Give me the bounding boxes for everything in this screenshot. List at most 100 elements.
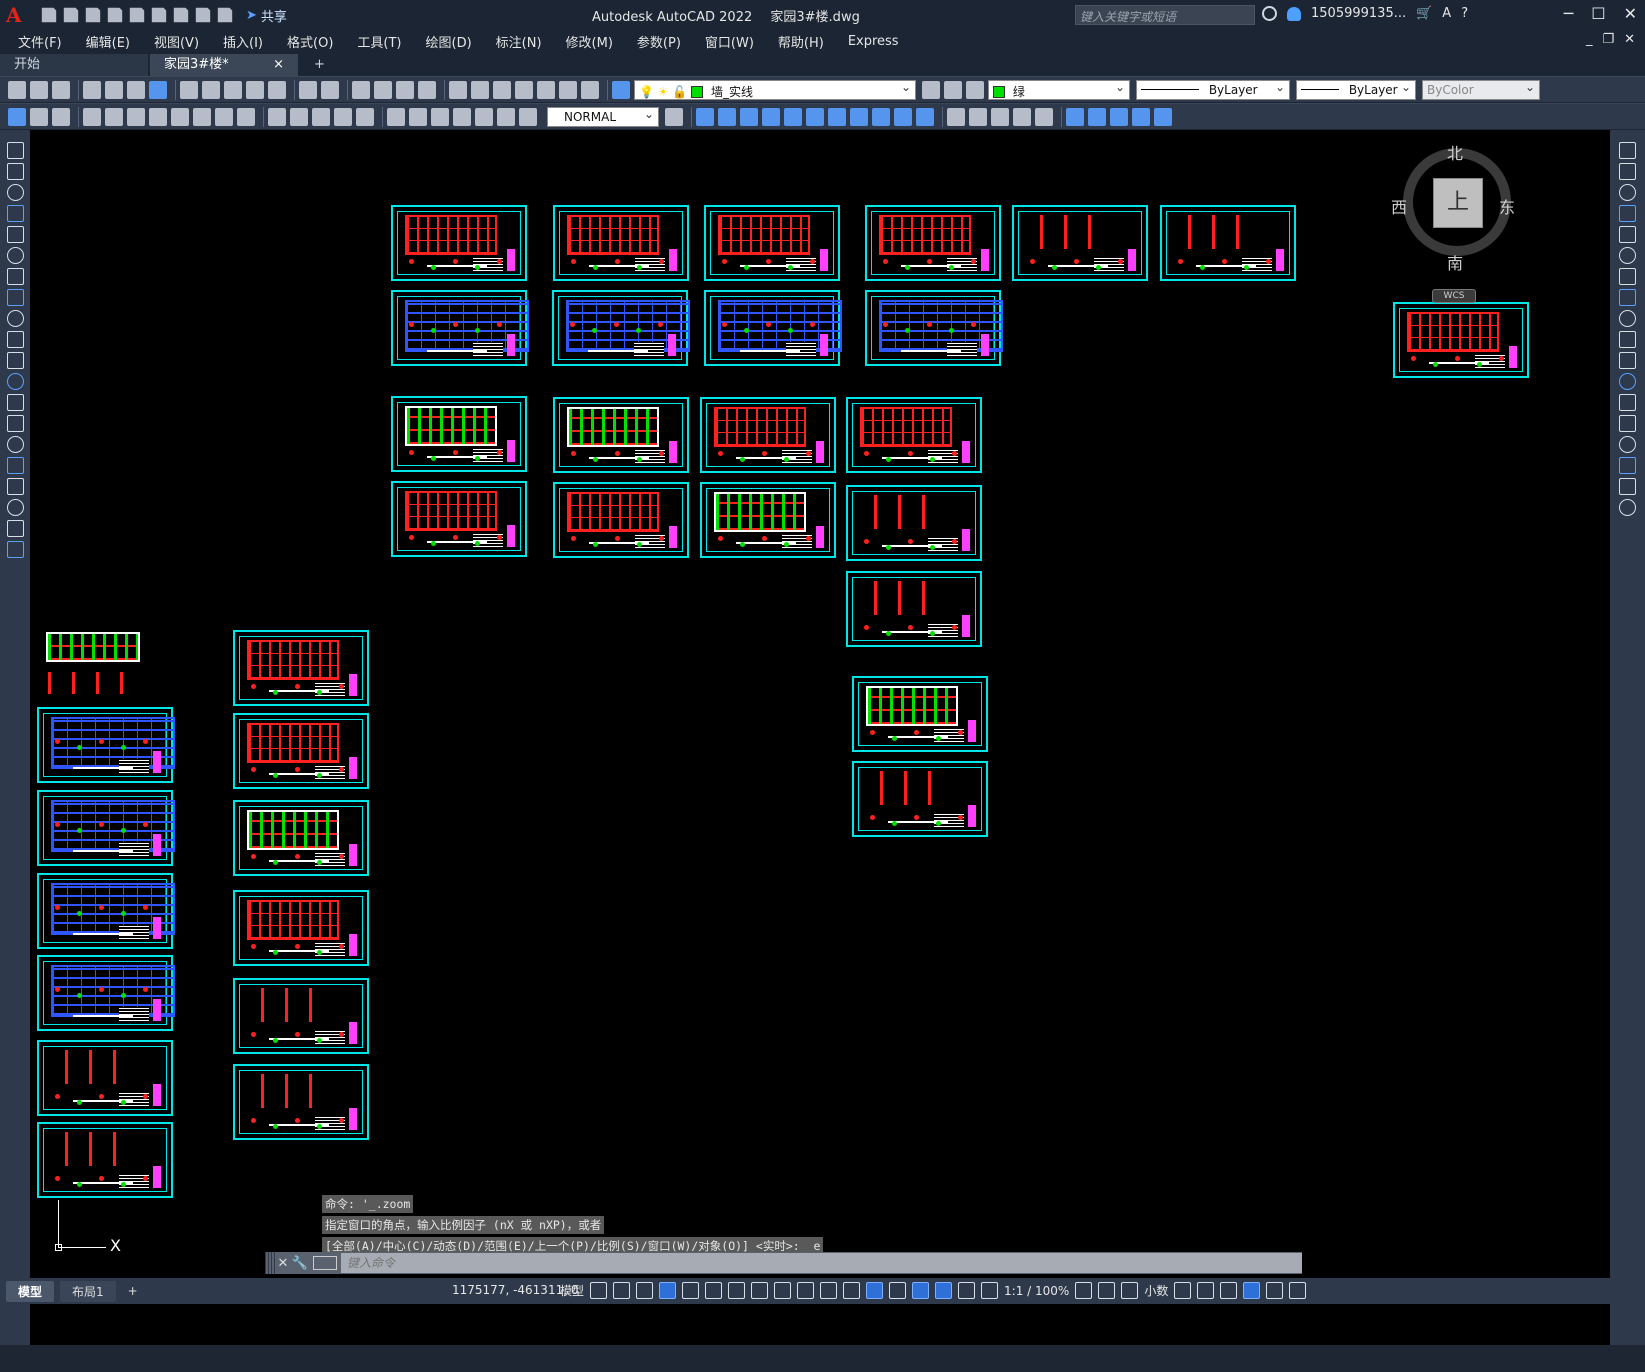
menu-item[interactable]: 视图(V) [142, 32, 211, 51]
dimstyle-manager-icon[interactable] [665, 107, 683, 126]
save-web-icon[interactable] [151, 7, 167, 23]
drawing-sheet[interactable] [37, 1122, 173, 1198]
pan-icon[interactable] [352, 80, 370, 99]
viewcube-top-face[interactable]: 上 [1433, 178, 1483, 228]
extend-icon[interactable] [1619, 352, 1636, 369]
view-bottom-icon[interactable] [718, 107, 736, 126]
drawing-canvas[interactable] [30, 130, 1610, 1345]
quick-dim-icon[interactable] [268, 107, 286, 126]
properties-icon[interactable] [449, 80, 467, 99]
dim-text-edit-icon[interactable] [497, 107, 515, 126]
markup-icon[interactable] [537, 80, 555, 99]
workspace-icon[interactable] [8, 107, 26, 126]
dynamic-ucs-icon[interactable] [889, 1282, 907, 1299]
center-mark-icon[interactable] [409, 107, 427, 126]
drawing-sheet[interactable] [37, 790, 175, 866]
view-front-icon[interactable] [784, 107, 802, 126]
camera-icon[interactable] [916, 107, 934, 126]
dimstyle-dropdown[interactable]: NORMAL [547, 106, 659, 127]
array-icon[interactable] [1619, 226, 1636, 243]
unframed-plan[interactable] [46, 632, 142, 698]
drawing-sheet[interactable] [37, 1040, 173, 1116]
command-line-grip[interactable] [265, 1252, 275, 1274]
search-icon[interactable] [1262, 6, 1277, 21]
menu-item[interactable]: 工具(T) [345, 32, 413, 51]
isolate-objects-icon[interactable] [1220, 1282, 1238, 1299]
search-input[interactable]: 键入关键字或短语 [1075, 5, 1255, 25]
rotate-icon[interactable] [1619, 268, 1636, 285]
infer-constraints-icon[interactable] [636, 1282, 654, 1299]
ucs-face-icon[interactable] [1132, 107, 1150, 126]
viewcube[interactable]: 上 北 南 东 西 [1391, 140, 1515, 273]
annotation-monitor-icon[interactable] [1098, 1282, 1116, 1299]
open-icon[interactable] [30, 80, 48, 99]
explode-icon[interactable] [1619, 499, 1636, 516]
ortho-icon[interactable] [682, 1282, 700, 1299]
auto-scale-icon[interactable] [981, 1282, 999, 1299]
compass-west[interactable]: 西 [1391, 194, 1407, 218]
drawing-sheet[interactable] [846, 485, 982, 561]
isodraft-icon[interactable] [728, 1282, 746, 1299]
grid-icon[interactable] [590, 1282, 608, 1299]
fillet-icon[interactable] [1619, 457, 1636, 474]
cut-icon[interactable] [180, 80, 198, 99]
dim-break-icon[interactable] [356, 107, 374, 126]
3d-osnap-icon[interactable] [866, 1282, 884, 1299]
view-right-icon[interactable] [762, 107, 780, 126]
3d-dwf-icon[interactable] [149, 80, 167, 99]
redo-icon[interactable] [321, 80, 339, 99]
menu-item[interactable]: 文件(F) [6, 32, 74, 51]
menu-item[interactable]: 窗口(W) [693, 32, 766, 51]
arc-length-icon[interactable] [127, 107, 145, 126]
autodesk-app-icon[interactable]: A [1442, 6, 1451, 21]
construction-line-icon[interactable] [6, 163, 24, 180]
angular-dim-icon[interactable] [237, 107, 255, 126]
drawing-sheet[interactable] [391, 481, 527, 557]
drawing-sheet[interactable] [846, 571, 982, 647]
tab-layout1[interactable]: 布局1 [60, 1280, 116, 1302]
spline-icon[interactable] [6, 310, 24, 327]
design-center-icon[interactable] [471, 80, 489, 99]
polygon-icon[interactable] [6, 205, 24, 222]
block-editor-icon[interactable] [268, 80, 286, 99]
break-at-point-icon[interactable] [1619, 373, 1636, 390]
drawing-sheet[interactable] [846, 397, 982, 473]
point-icon[interactable] [6, 415, 24, 432]
tab-close-icon[interactable]: × [273, 54, 284, 76]
drawing-sheet[interactable] [852, 676, 988, 752]
linear-dim-icon[interactable] [83, 107, 101, 126]
doc-minimize-icon[interactable]: _ [1586, 32, 1593, 47]
drawing-sheet[interactable] [391, 290, 529, 366]
render-icon[interactable] [52, 107, 70, 126]
mirror-icon[interactable] [1619, 184, 1636, 201]
offset-icon[interactable] [1619, 205, 1636, 222]
units-icon[interactable] [1121, 1282, 1139, 1299]
zoom-window-icon[interactable] [396, 80, 414, 99]
user-name[interactable]: 1505999135... [1311, 6, 1406, 21]
save-icon[interactable] [52, 80, 70, 99]
table-icon[interactable] [6, 499, 24, 516]
inspection-icon[interactable] [431, 107, 449, 126]
drawing-sheet[interactable] [700, 397, 836, 473]
insert-block-icon[interactable] [6, 373, 24, 390]
drawing-sheet[interactable] [233, 890, 369, 966]
gizmo-icon[interactable] [935, 1282, 953, 1299]
save-as-icon[interactable] [107, 7, 123, 23]
drawing-sheet[interactable] [865, 290, 1003, 366]
layer-state-icon[interactable] [966, 80, 984, 99]
copy-icon[interactable] [202, 80, 220, 99]
quick-properties-icon[interactable] [1174, 1282, 1192, 1299]
drawing-sheet[interactable] [391, 205, 527, 281]
lineweight-icon[interactable] [797, 1282, 815, 1299]
move-icon[interactable] [1619, 247, 1636, 264]
undo-icon[interactable] [195, 7, 211, 23]
tolerance-icon[interactable] [387, 107, 405, 126]
snap-icon[interactable] [613, 1282, 631, 1299]
compass-north[interactable]: 北 [1447, 140, 1463, 164]
ucs-world-icon[interactable] [1088, 107, 1106, 126]
paste-icon[interactable] [224, 80, 242, 99]
revision-cloud-icon[interactable] [6, 289, 24, 306]
selection-cycling-icon[interactable] [843, 1282, 861, 1299]
view-top-icon[interactable] [696, 107, 714, 126]
sheet-set-icon[interactable] [515, 80, 533, 99]
